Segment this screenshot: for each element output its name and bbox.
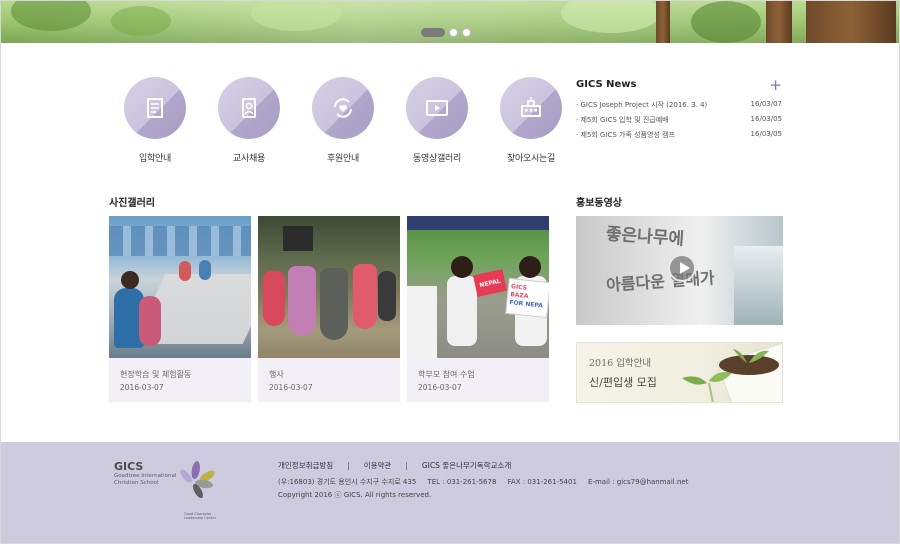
flower-logo-icon <box>180 461 215 499</box>
slider-dot[interactable] <box>449 28 458 37</box>
quick-menu-donation[interactable]: 후원안내 <box>296 77 390 164</box>
footer-logo-subtitle: Goodtree International <box>114 473 177 479</box>
banner-tree-trunk <box>806 1 896 43</box>
news-list: GICS Joseph Project 시작 (2016. 3. 4) 16/03… <box>576 100 782 145</box>
news-title: GICS News <box>576 79 637 90</box>
hanbok-figure <box>378 271 396 321</box>
quick-menu: 입학안내 교사채용 후원안내 동영상갤러리 찾아오시는길 <box>108 77 578 164</box>
news-item-date: 16/03/05 <box>750 115 782 123</box>
video-section-title: 홍보동영상 <box>576 198 622 209</box>
footer-link-privacy[interactable]: 개인정보취급방침 <box>278 460 333 471</box>
news-item-date: 16/03/05 <box>750 130 782 138</box>
slider-dot[interactable] <box>462 28 471 37</box>
footer-logo-title: GICS <box>114 460 144 473</box>
footer-logo[interactable]: GICS Goodtree International Christian Sc… <box>114 460 216 520</box>
quick-menu-label: 동영상갤러리 <box>413 154 461 164</box>
banner-foliage <box>561 1 661 33</box>
student-figure <box>447 276 477 346</box>
gallery-photo: NEPAL GICS BAZA FOR NEPA <box>407 216 549 358</box>
banner-foliage <box>11 1 91 31</box>
nepal-sign: NEPAL <box>473 269 507 297</box>
video-wall-text: 아름다운 열매가 <box>605 268 716 295</box>
hanbok-figure <box>263 271 285 326</box>
news-more-button[interactable]: + <box>769 77 782 92</box>
document-icon <box>124 77 186 139</box>
hallway-scene <box>734 246 783 325</box>
admission-banner[interactable]: 2016 입학안내 신/편입생 모집 <box>576 342 783 403</box>
banner-tree-trunk <box>656 1 670 43</box>
student-figure <box>199 260 211 280</box>
classroom-wall <box>109 226 251 256</box>
gallery-card-date: 2016-03-07 <box>120 383 164 392</box>
quick-menu-label: 교사채용 <box>233 154 265 164</box>
gallery-card[interactable]: NEPAL GICS BAZA FOR NEPA 학부모 참여 수업 2016-… <box>407 216 549 402</box>
admission-banner-headline: 신/편입생 모집 <box>589 376 657 389</box>
quick-menu-label: 후원안내 <box>327 154 359 164</box>
banner-foliage <box>111 6 171 36</box>
quick-menu-label: 입학안내 <box>139 154 171 164</box>
gallery-card-date: 2016-03-07 <box>418 383 462 392</box>
gallery-photo <box>258 216 400 358</box>
news-item-title: 제5회 GICS 가족 성품영성 캠프 <box>576 130 675 145</box>
hanbok-figure <box>288 266 316 336</box>
gallery-card-title: 학부모 참여 수업 <box>418 370 475 379</box>
gallery-card-title: 현장학습 및 체험활동 <box>120 370 192 379</box>
sprout-pot-illustration <box>682 343 782 402</box>
footer-link-terms[interactable]: 이용약관 <box>364 460 392 471</box>
quick-menu-video-gallery[interactable]: 동영상갤러리 <box>390 77 484 164</box>
gallery-card[interactable]: 현장학습 및 체험활동 2016-03-07 <box>109 216 251 402</box>
news-item-title: 제5회 GICS 입학 및 진급예배 <box>576 115 668 130</box>
gallery-card-date: 2016-03-07 <box>269 383 313 392</box>
quick-menu-teacher-hiring[interactable]: 교사채용 <box>202 77 296 164</box>
promo-video-thumbnail[interactable]: 좋은나무에 아름다운 열매가 <box>576 216 783 325</box>
bazaar-sign: GICS BAZA FOR NEPA <box>505 277 549 319</box>
footer-link-separator: | <box>347 461 350 470</box>
banner-foliage <box>691 1 761 43</box>
canopy-shape <box>407 216 549 230</box>
footer-contact-info: (우:16803) 경기도 용인시 수지구 수지로 435 TEL : 031-… <box>278 478 689 486</box>
footer-link-separator: | <box>405 461 408 470</box>
slider-dot-active[interactable] <box>421 28 445 37</box>
gallery-card[interactable]: 행사 2016-03-07 <box>258 216 400 402</box>
footer-logo-subtitle: Christian School <box>114 480 159 486</box>
student-figure <box>121 271 139 289</box>
gallery-card-title: 행사 <box>269 370 284 379</box>
top-banner-slider <box>1 1 899 43</box>
student-figure <box>451 256 473 278</box>
news-item[interactable]: 제5회 GICS 입학 및 진급예배 16/03/05 <box>576 115 782 130</box>
photo-gallery: 현장학습 및 체험활동 2016-03-07 행사 2016-03-07 NEP… <box>109 216 549 402</box>
banner-foliage <box>251 1 341 31</box>
news-item-title: GICS Joseph Project 시작 (2016. 3. 4) <box>576 100 707 115</box>
admission-banner-year: 2016 입학안내 <box>589 358 652 369</box>
student-figure <box>519 256 541 278</box>
hanbok-figure <box>320 268 348 340</box>
gallery-title: 사진갤러리 <box>109 198 155 209</box>
student-figure <box>139 296 161 346</box>
footer-links: 개인정보취급방침 | 이용약관 | GICS 좋은나무기독학교소개 <box>278 460 511 471</box>
news-item[interactable]: GICS Joseph Project 시작 (2016. 3. 4) 16/03… <box>576 100 782 115</box>
footer-copyright: Copyright 2016 ⓒ GICS. All rights reserv… <box>278 491 432 499</box>
footer-logo-tagline: Good Character Leadership Center <box>184 512 217 520</box>
id-card-icon <box>218 77 280 139</box>
footer-link-about[interactable]: GICS 좋은나무기독학교소개 <box>422 460 511 471</box>
quick-menu-label: 찾아오시는길 <box>507 154 555 164</box>
play-icon[interactable] <box>668 254 696 282</box>
slider-pagination <box>421 28 471 37</box>
video-icon <box>406 77 468 139</box>
student-figure <box>179 261 191 281</box>
footer: GICS Goodtree International Christian Sc… <box>1 442 899 543</box>
banner-tree-trunk <box>766 1 792 43</box>
building-icon <box>500 77 562 139</box>
gallery-photo <box>109 216 251 358</box>
quick-menu-directions[interactable]: 찾아오시는길 <box>484 77 578 164</box>
student-figure <box>407 286 437 358</box>
news-item[interactable]: 제5회 GICS 가족 성품영성 캠프 16/03/05 <box>576 130 782 145</box>
news-panel: GICS News + GICS Joseph Project 시작 (2016… <box>576 77 782 145</box>
quick-menu-admission[interactable]: 입학안내 <box>108 77 202 164</box>
hanbok-figure <box>353 264 377 329</box>
heart-icon <box>312 77 374 139</box>
tent-shape <box>283 226 313 251</box>
news-item-date: 16/03/07 <box>750 100 782 108</box>
video-wall-text: 좋은나무에 <box>605 224 685 250</box>
